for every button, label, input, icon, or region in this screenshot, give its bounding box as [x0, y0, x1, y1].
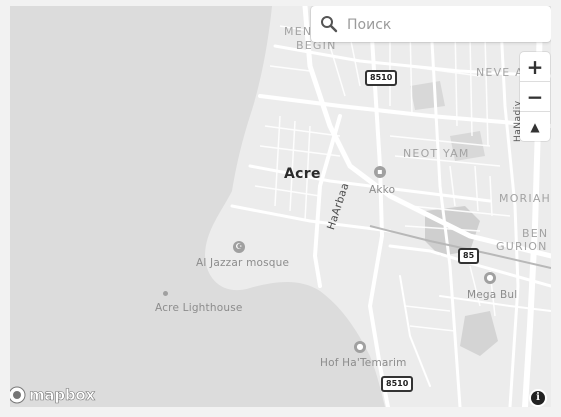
station-label: Akko	[369, 184, 396, 196]
mapbox-logo-icon	[10, 386, 26, 404]
map-base	[10, 6, 551, 407]
poi-label: Hof Ha'Temarim	[320, 357, 407, 369]
city-label: Acre	[284, 166, 321, 182]
mosque-icon: ☪	[233, 241, 245, 253]
search-box[interactable]	[311, 6, 551, 42]
district-label: BEN	[522, 227, 549, 240]
attribution-button[interactable]: i	[529, 389, 547, 407]
lighthouse-icon	[163, 291, 168, 296]
beach-icon: ●	[354, 341, 366, 353]
road-shield: 8510	[381, 376, 414, 392]
district-label: GURION	[496, 240, 548, 253]
poi-label: Acre Lighthouse	[155, 302, 243, 314]
district-label: NEOT YAM	[403, 147, 470, 160]
map-canvas[interactable]: MENA BEGIN NEVE AV NEOT YAM MORIAH BEN G…	[10, 6, 551, 407]
poi-label: Mega Bul	[467, 289, 518, 301]
mapbox-logo[interactable]: mapbox	[10, 386, 96, 405]
search-icon	[321, 16, 338, 33]
compass-button[interactable]: ▲	[520, 112, 550, 141]
poi-label: Al Jazzar mosque	[196, 257, 290, 269]
train-station-icon: ▪	[374, 166, 386, 178]
zoom-out-button[interactable]: −	[520, 82, 550, 112]
road-shield: 85	[458, 248, 480, 264]
road-shield: 8510	[365, 70, 398, 86]
shop-icon: ●	[484, 272, 496, 284]
zoom-in-button[interactable]: +	[520, 52, 550, 82]
navigation-control: + − ▲	[520, 52, 550, 141]
info-icon: i	[531, 391, 545, 405]
district-label: MORIAH	[499, 192, 551, 205]
search-input[interactable]	[345, 13, 545, 37]
mapbox-logo-text: mapbox	[29, 386, 96, 405]
